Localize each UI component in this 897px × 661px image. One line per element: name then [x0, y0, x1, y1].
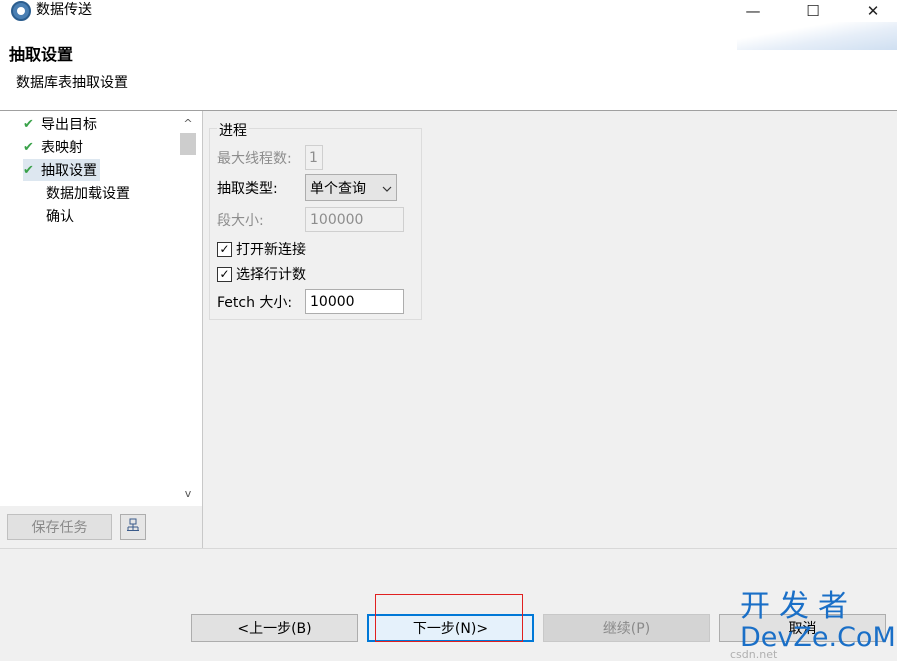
steps-scrollbar[interactable]: ^ v	[178, 111, 198, 506]
extract-type-select[interactable]: 单个查询	[305, 174, 397, 201]
max-threads-row: 最大线程数: 1	[217, 145, 323, 170]
page-title: 抽取设置	[9, 45, 74, 64]
max-threads-field: 1	[305, 145, 323, 170]
watermark-line2: DevZe.CoM	[740, 622, 896, 653]
step-confirm[interactable]: 确认	[23, 205, 74, 227]
segment-size-row: 段大小: 100000	[217, 207, 404, 232]
save-task-button[interactable]: 保存任务	[7, 514, 112, 540]
extract-type-row: 抽取类型: 单个查询	[217, 174, 397, 201]
open-new-connection-label: 打开新连接	[236, 242, 306, 258]
step-label: 表映射	[41, 140, 83, 156]
fetch-size-label: Fetch 大小:	[217, 294, 293, 311]
settings-content: 进程 最大线程数: 1 抽取类型: 单个查询 段大小: 100000 ✓ 打开新…	[203, 111, 897, 548]
segment-size-field: 100000	[305, 207, 404, 232]
wizard-steps-list: ✔ 导出目标 ✔ 表映射 ✔ 抽取设置 数据加载设置 确认	[0, 111, 178, 506]
segment-size-label: 段大小:	[217, 212, 264, 229]
task-options-button[interactable]	[120, 514, 146, 540]
step-extract-settings[interactable]: ✔ 抽取设置	[23, 159, 100, 181]
open-new-connection-checkbox[interactable]: ✓	[217, 241, 232, 257]
scroll-down-icon[interactable]: v	[178, 483, 198, 503]
select-row-count-row[interactable]: ✓ 选择行计数	[217, 264, 306, 284]
prev-button[interactable]: <上一步(B)	[191, 614, 358, 642]
watermark-small: csdn.net	[730, 648, 778, 661]
step-load-settings[interactable]: 数据加载设置	[23, 182, 130, 204]
minimize-button[interactable]: —	[730, 0, 776, 22]
step-table-mapping[interactable]: ✔ 表映射	[23, 136, 83, 158]
wizard-header: 抽取设置 数据库表抽取设置	[0, 22, 897, 111]
continue-button: 继续(P)	[543, 614, 710, 642]
close-button[interactable]: ✕	[850, 0, 896, 22]
scroll-up-icon[interactable]: ^	[178, 113, 198, 133]
open-new-connection-row[interactable]: ✓ 打开新连接	[217, 239, 306, 259]
window-title: 数据传送	[36, 2, 92, 18]
wizard-steps-panel: ✔ 导出目标 ✔ 表映射 ✔ 抽取设置 数据加载设置 确认 ^ v 保存任务	[0, 111, 203, 548]
save-settings-icon	[126, 518, 140, 536]
chevron-down-icon	[382, 180, 392, 196]
page-subtitle: 数据库表抽取设置	[16, 75, 128, 91]
extract-type-label: 抽取类型:	[217, 180, 278, 197]
process-group: 进程 最大线程数: 1 抽取类型: 单个查询 段大小: 100000 ✓ 打开新…	[209, 120, 422, 320]
fetch-size-input[interactable]: 10000	[305, 289, 404, 314]
check-icon: ✔	[23, 116, 34, 132]
select-row-count-checkbox[interactable]: ✓	[217, 266, 232, 282]
next-button[interactable]: 下一步(N)>	[367, 614, 534, 642]
select-row-count-label: 选择行计数	[236, 267, 306, 283]
title-bar: 数据传送 — ☐ ✕	[0, 0, 897, 22]
steps-footer: 保存任务	[0, 506, 202, 548]
watermark-line1: 开发者	[740, 589, 857, 624]
check-icon: ✔	[23, 162, 34, 178]
app-icon	[11, 1, 31, 21]
step-label: 抽取设置	[41, 163, 97, 179]
maximize-button[interactable]: ☐	[790, 0, 836, 22]
process-group-legend: 进程	[217, 120, 249, 140]
check-icon: ✔	[23, 139, 34, 155]
header-banner	[737, 22, 897, 50]
max-threads-label: 最大线程数:	[217, 150, 292, 167]
extract-type-value: 单个查询	[310, 180, 366, 197]
step-label: 导出目标	[41, 117, 97, 133]
step-label: 数据加载设置	[46, 186, 130, 202]
scroll-thumb[interactable]	[180, 133, 196, 155]
step-label: 确认	[46, 209, 74, 225]
watermark: 开发者 DevZe.CoM	[740, 589, 896, 653]
step-export-target[interactable]: ✔ 导出目标	[23, 113, 97, 135]
fetch-size-row: Fetch 大小: 10000	[217, 289, 404, 314]
